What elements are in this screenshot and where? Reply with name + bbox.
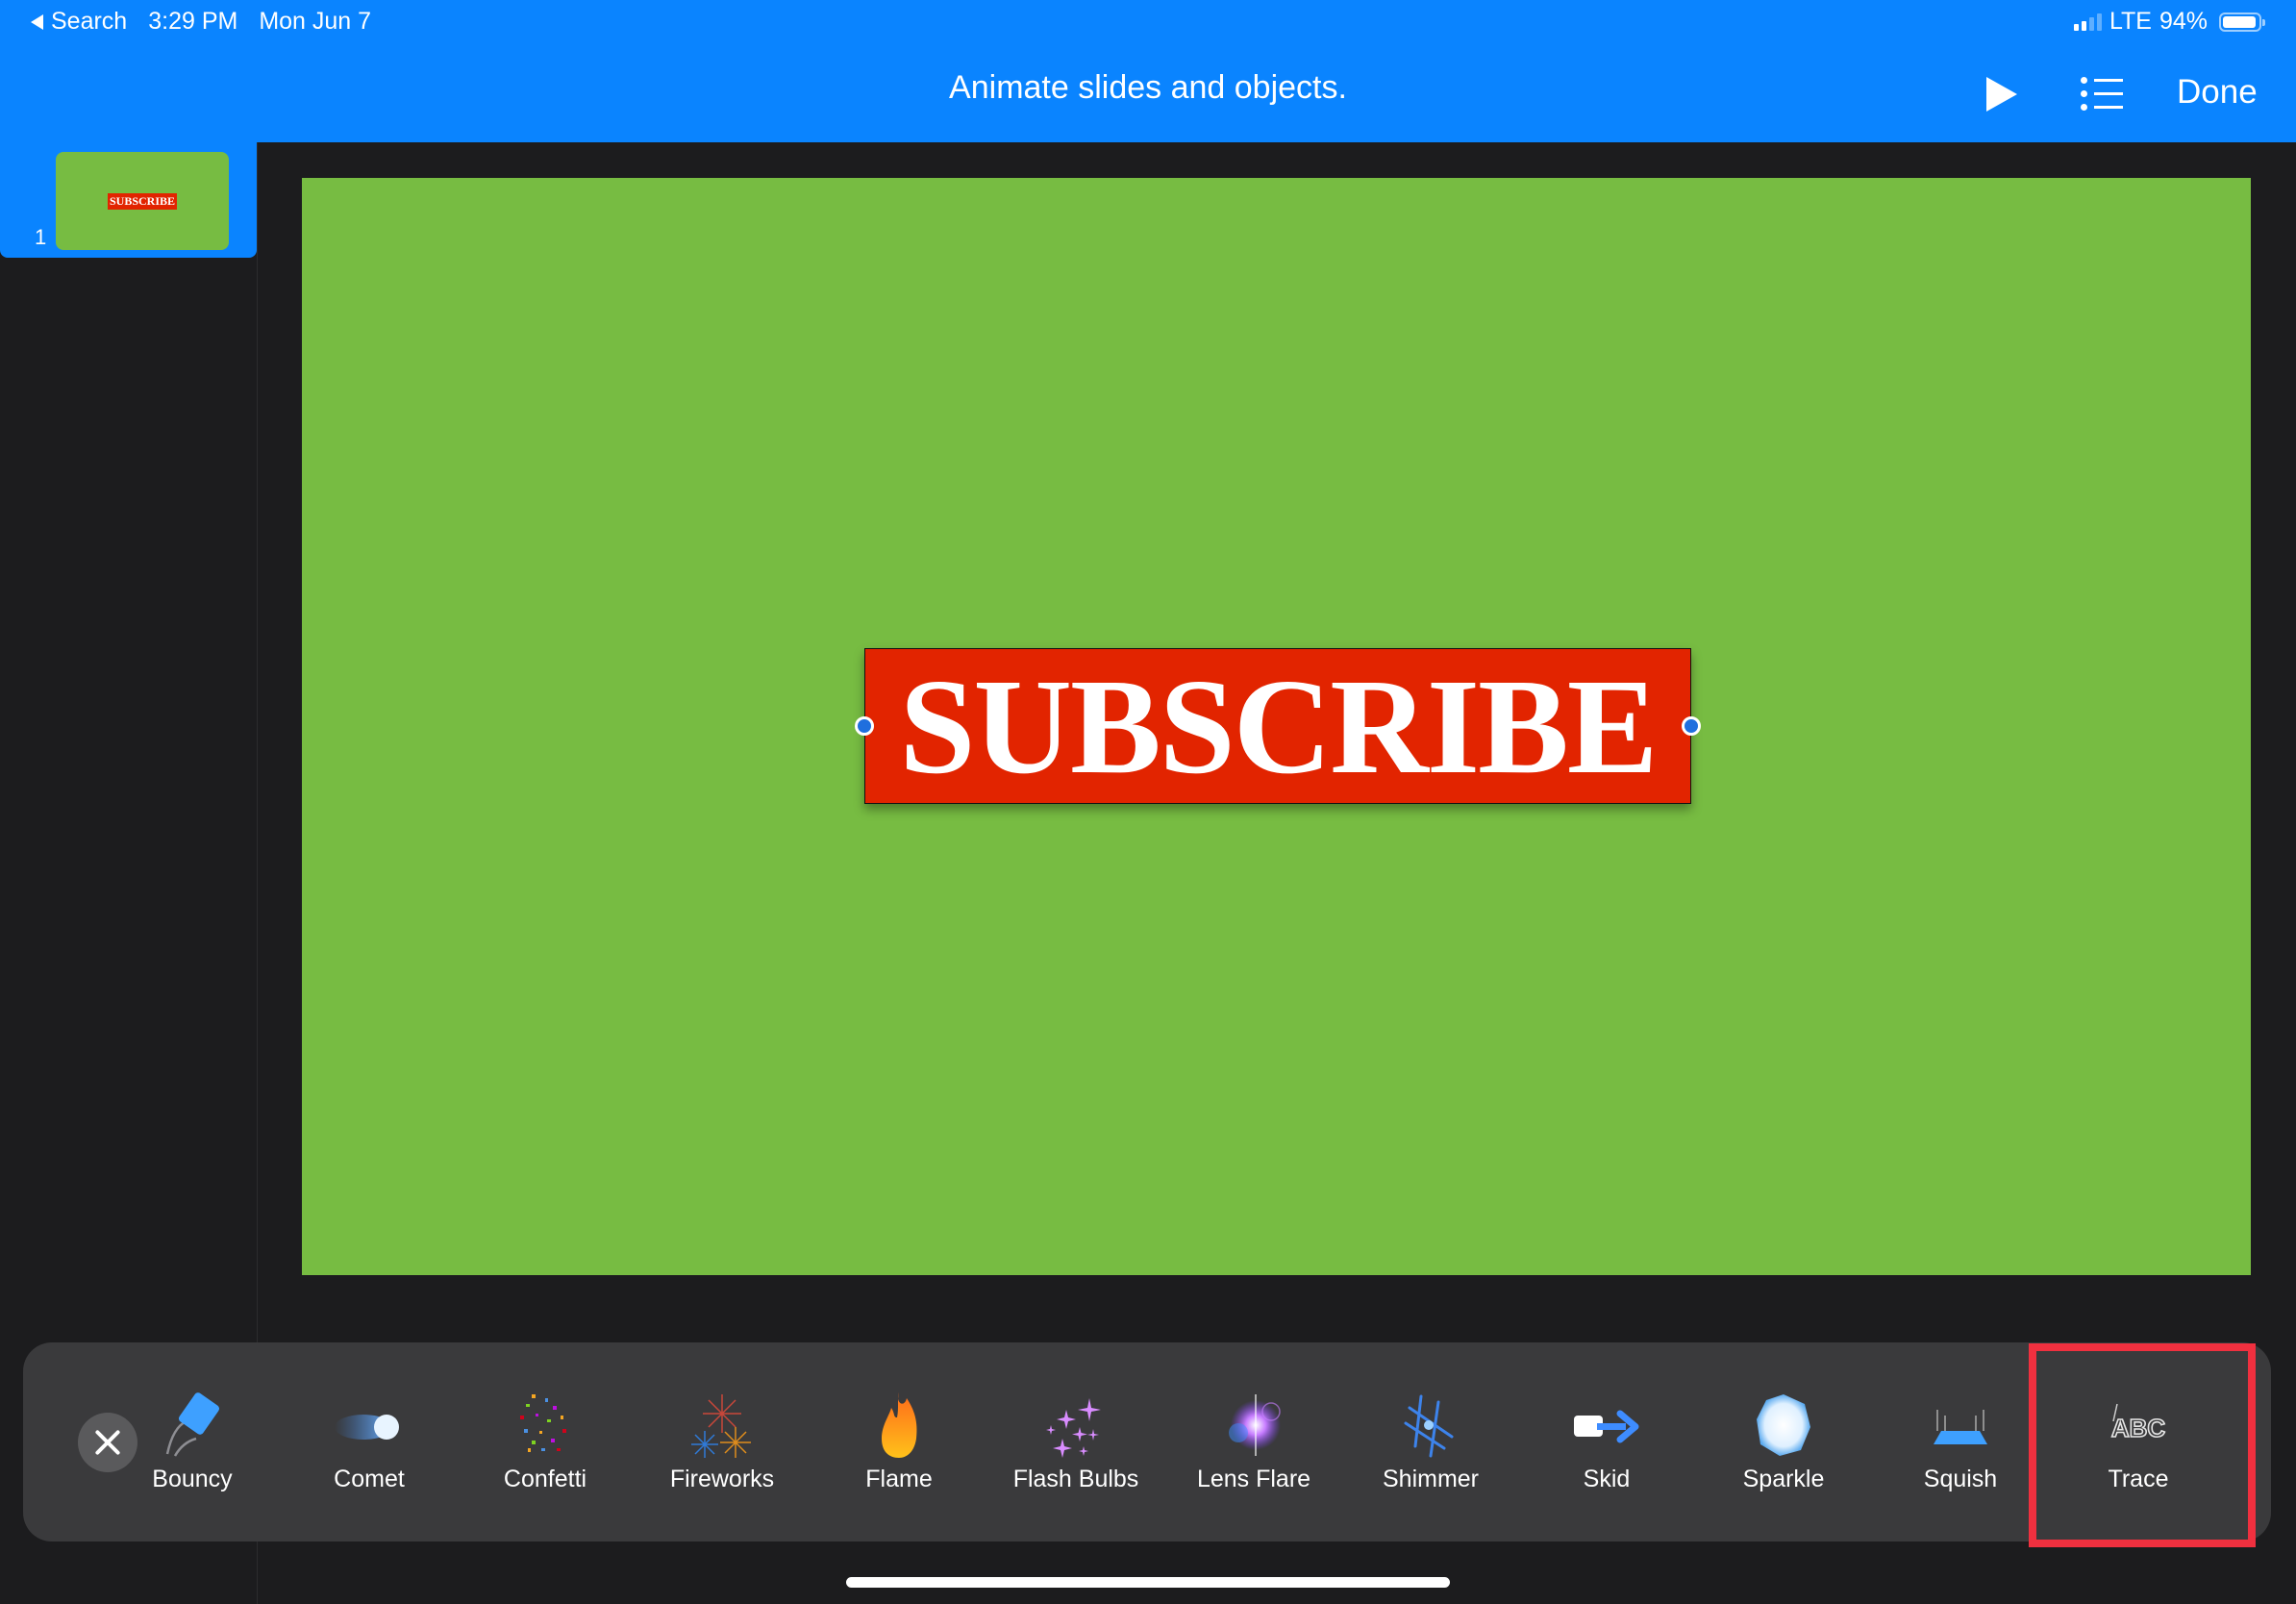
status-bar-left: Search 3:29 PM Mon Jun 7: [31, 8, 371, 36]
battery-icon: [2219, 12, 2265, 32]
effect-trace[interactable]: ABC Trace: [2057, 1362, 2220, 1525]
effect-confetti[interactable]: Confetti: [463, 1362, 627, 1525]
effect-label: Fireworks: [669, 1466, 775, 1492]
resize-handle-left[interactable]: [855, 716, 874, 736]
effect-skid[interactable]: Skid: [1525, 1362, 1688, 1525]
effect-label: Trace: [2108, 1466, 2169, 1492]
confetti-icon: [520, 1394, 566, 1452]
effect-lens-flare[interactable]: Lens Flare: [1172, 1362, 1335, 1525]
back-arrow-icon: [31, 13, 43, 30]
flame-icon: [882, 1392, 917, 1458]
effect-label: Confetti: [503, 1466, 587, 1492]
effect-label: Flame: [865, 1466, 933, 1492]
comet-icon: [335, 1415, 399, 1440]
network-label: LTE: [2109, 8, 2152, 35]
flash-bulbs-icon: [1046, 1398, 1101, 1458]
sparkle-icon: [1757, 1394, 1810, 1456]
signal-icon: [2073, 13, 2102, 31]
effect-comet[interactable]: Comet: [287, 1362, 451, 1525]
trace-icon: ABC: [2110, 1403, 2166, 1443]
effect-squish[interactable]: Squish: [1879, 1362, 2042, 1525]
top-bar: Search 3:29 PM Mon Jun 7 LTE 94% Animate…: [0, 0, 2296, 142]
effects-bar: Bouncy Comet Confetti Fireworks Flame Fl…: [23, 1342, 2271, 1547]
effect-label: Bouncy: [152, 1466, 233, 1492]
effect-bouncy[interactable]: Bouncy: [111, 1362, 274, 1525]
back-to-search-button[interactable]: Search: [31, 8, 127, 36]
squish-icon: [1934, 1410, 1987, 1444]
effect-flash-bulbs[interactable]: Flash Bulbs: [994, 1362, 1158, 1525]
list-icon[interactable]: [2081, 77, 2123, 111]
effect-label: Lens Flare: [1196, 1466, 1311, 1492]
done-button[interactable]: Done: [2177, 73, 2258, 112]
thumbnail-text: SUBSCRIBE: [107, 192, 178, 210]
effect-label: Squish: [1923, 1466, 1998, 1492]
status-bar-right: LTE 94%: [2073, 8, 2265, 36]
effect-fireworks[interactable]: Fireworks: [640, 1362, 804, 1525]
effect-label: Skid: [1583, 1466, 1631, 1492]
effect-sparkle[interactable]: Sparkle: [1702, 1362, 1865, 1525]
shimmer-icon: [1404, 1394, 1454, 1458]
slide-canvas[interactable]: SUBSCRIBE: [302, 178, 2251, 1275]
slide-thumbnail-1[interactable]: 1 SUBSCRIBE: [0, 142, 257, 258]
resize-handle-right[interactable]: [1682, 716, 1701, 736]
bouncy-icon: [165, 1392, 220, 1457]
status-time: 3:29 PM: [148, 8, 238, 35]
effect-flame[interactable]: Flame: [817, 1362, 981, 1525]
effect-label: Comet: [334, 1466, 405, 1492]
slide-number: 1: [35, 225, 47, 249]
skid-icon: [1574, 1410, 1639, 1443]
play-icon[interactable]: [1986, 77, 2017, 112]
effect-label: Shimmer: [1382, 1466, 1479, 1492]
effect-label: Flash Bulbs: [1012, 1466, 1139, 1492]
battery-percent: 94%: [2159, 8, 2208, 35]
trace-icon-text: ABC: [2111, 1414, 2166, 1442]
effect-shimmer[interactable]: Shimmer: [1349, 1362, 1512, 1525]
lens-flare-icon: [1229, 1394, 1281, 1456]
subscribe-text-box[interactable]: SUBSCRIBE: [855, 648, 1701, 804]
subscribe-text: SUBSCRIBE: [899, 650, 1659, 802]
back-label: Search: [51, 8, 128, 35]
home-indicator[interactable]: [846, 1577, 1450, 1588]
battery-fill: [2223, 15, 2256, 28]
slide-thumbnail-image[interactable]: SUBSCRIBE: [56, 152, 229, 250]
effect-label: Sparkle: [1742, 1466, 1825, 1492]
fireworks-icon: [691, 1394, 751, 1458]
toolbar-title: Animate slides and objects.: [949, 69, 1347, 106]
status-date: Mon Jun 7: [259, 8, 372, 35]
